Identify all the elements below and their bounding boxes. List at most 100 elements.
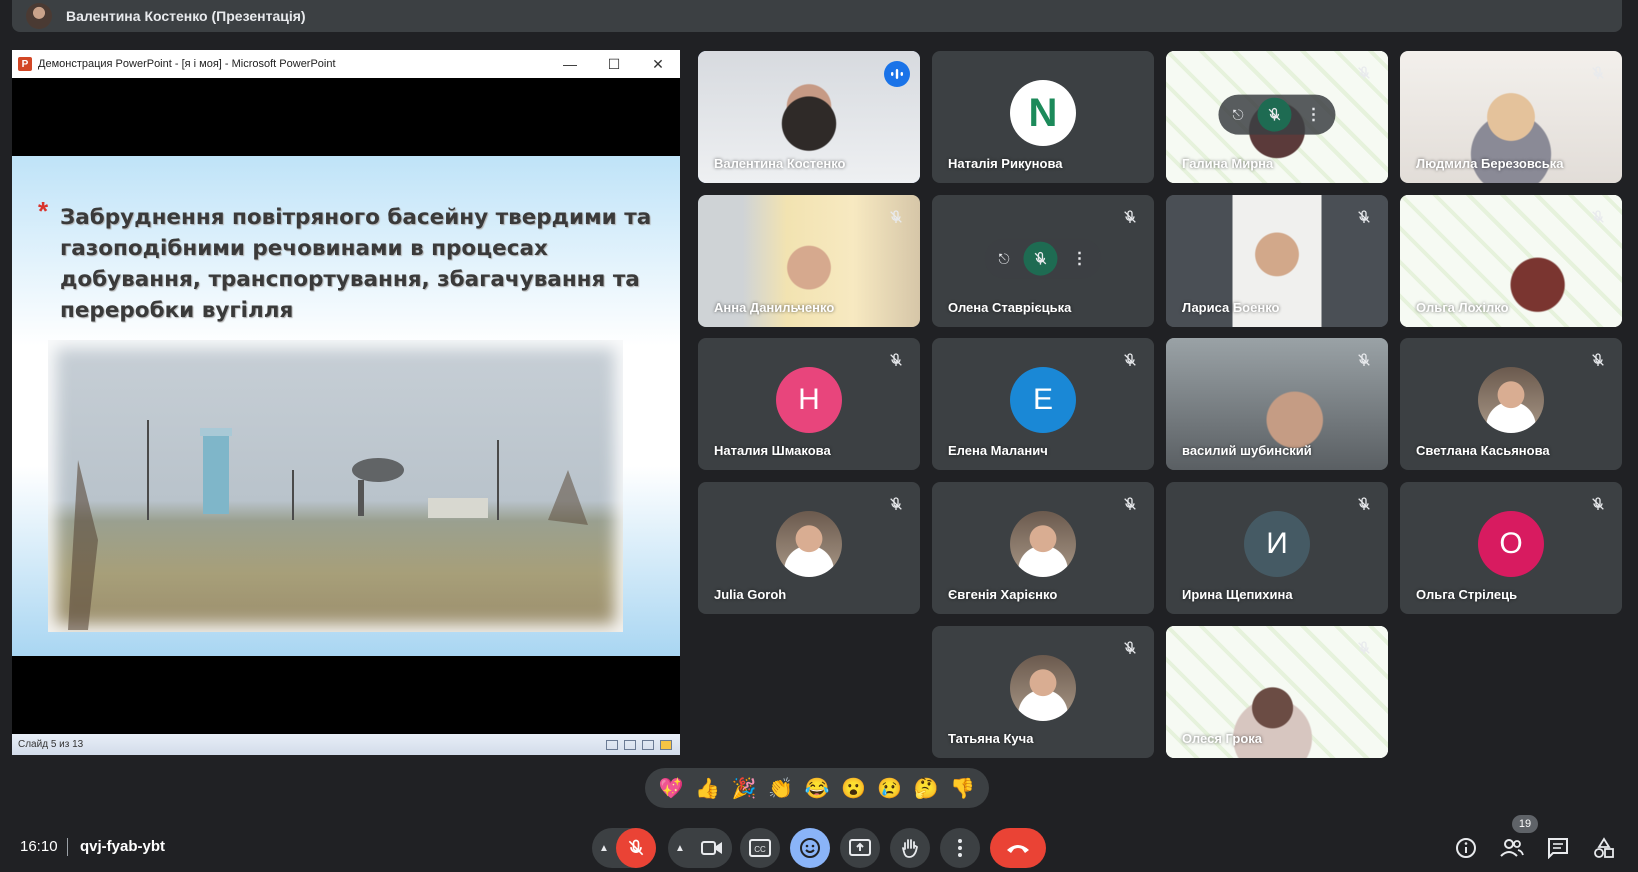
present-screen-icon <box>849 839 871 856</box>
participant-tile[interactable]: О Ольга Стрілець <box>1400 482 1622 614</box>
participant-name: василий шубинский <box>1182 443 1312 458</box>
activities-button[interactable] <box>1590 834 1618 862</box>
participant-avatar: И <box>1244 511 1310 577</box>
maximize-icon: ☐ <box>607 55 621 72</box>
participant-photo-avatar <box>1010 655 1076 721</box>
reaction-emoji[interactable]: 💖 <box>659 776 684 801</box>
participant-photo-avatar <box>1478 367 1544 433</box>
video-camera-icon <box>701 841 722 855</box>
participant-name: Елена Маланич <box>948 443 1048 458</box>
mic-off-icon <box>1120 638 1140 658</box>
participant-tile[interactable]: ⎋ ⋮ Галина Мирна <box>1166 51 1388 183</box>
present-button[interactable] <box>840 828 880 868</box>
raise-hand-button[interactable] <box>890 828 930 868</box>
participant-tile[interactable]: N Наталія Рикунова <box>932 51 1154 183</box>
people-button[interactable] <box>1498 834 1526 862</box>
presenter-name: Валентина Костенко (Презентація) <box>66 8 306 24</box>
participant-name: Наталія Рикунова <box>948 156 1063 171</box>
participant-tile[interactable]: Julia Goroh <box>698 482 920 614</box>
info-icon <box>1456 838 1476 858</box>
reaction-emoji[interactable]: 😮 <box>841 776 866 801</box>
svg-text:CC: CC <box>754 845 766 854</box>
participant-tile[interactable]: И Ирина Щепихина <box>1166 482 1388 614</box>
tile-hover-controls: ⎋ ⋮ <box>1218 94 1336 135</box>
powerpoint-icon: P <box>18 57 32 71</box>
participant-tile[interactable]: Валентина Костенко <box>698 51 920 183</box>
reaction-emoji[interactable]: 👏 <box>768 776 793 801</box>
mic-off-icon <box>1588 63 1608 83</box>
minimize-icon: — <box>563 56 577 72</box>
reaction-emoji[interactable]: 😢 <box>877 776 902 801</box>
mic-off-icon <box>886 207 906 227</box>
more-vert-icon[interactable]: ⋮ <box>1306 105 1322 125</box>
participant-name: Олеся Грока <box>1182 731 1263 746</box>
participant-name: Валентина Костенко <box>714 156 846 171</box>
participant-name: Татьяна Куча <box>948 731 1034 746</box>
meeting-code: qvj-fyab-ybt <box>80 838 166 855</box>
reading-view-icon <box>642 739 654 750</box>
end-call-icon <box>1007 845 1029 853</box>
participant-photo-avatar <box>1010 511 1076 577</box>
participant-name: Светлана Касьянова <box>1416 443 1550 458</box>
chat-button[interactable] <box>1544 834 1572 862</box>
participant-tile[interactable]: ⎋ ⋮ Олена Ставрієцька <box>932 195 1154 327</box>
participant-name: Ольга Лохілко <box>1416 300 1509 315</box>
more-vert-icon[interactable]: ⋮ <box>1072 249 1088 269</box>
mic-off-icon <box>886 494 906 514</box>
participant-tile[interactable]: Людмила Березовська <box>1400 51 1622 183</box>
participant-photo-avatar <box>776 511 842 577</box>
tile-hover-controls: ⎋ ⋮ <box>984 238 1102 279</box>
mic-options-chevron-icon[interactable]: ▲ <box>592 843 616 854</box>
camera-options-chevron-icon[interactable]: ▲ <box>668 843 692 854</box>
pin-icon[interactable]: ⎋ <box>998 250 1009 267</box>
participants-count-badge: 19 <box>1512 815 1538 833</box>
participant-tile[interactable]: Лариса Боенко <box>1166 195 1388 327</box>
participant-tile[interactable]: Татьяна Куча <box>932 626 1154 758</box>
slide-counter: Слайд 5 из 13 <box>18 739 84 750</box>
landscape-image <box>68 420 588 630</box>
participant-tile[interactable]: Олеся Грока <box>1166 626 1388 758</box>
camera-button[interactable] <box>692 828 732 868</box>
mic-off-button[interactable] <box>616 828 656 868</box>
reaction-bar: 💖 👍 🎉 👏 😂 😮 😢 🤔 👎 <box>645 768 989 808</box>
meeting-details-button[interactable] <box>1452 834 1480 862</box>
mic-off-icon <box>1354 494 1374 514</box>
leave-call-button[interactable] <box>990 828 1046 868</box>
powerpoint-statusbar: Слайд 5 из 13 <box>12 734 680 755</box>
participant-name: Лариса Боенко <box>1182 300 1280 315</box>
presenter-bar: Валентина Костенко (Презентація) <box>12 0 1622 32</box>
mute-participant-icon[interactable] <box>1257 97 1292 132</box>
reactions-button[interactable] <box>790 828 830 868</box>
mic-off-icon <box>1588 350 1608 370</box>
participant-name: Галина Мирна <box>1182 156 1274 171</box>
reaction-emoji[interactable]: 👍 <box>695 776 720 801</box>
participant-name: Олена Ставрієцька <box>948 300 1072 315</box>
mic-control: ▲ <box>592 828 656 868</box>
participant-tile[interactable]: василий шубинский <box>1166 338 1388 470</box>
participant-name: Анна Данильченко <box>714 300 835 315</box>
captions-button[interactable]: CC <box>740 828 780 868</box>
powerpoint-titlebar: P Демонстрация PowerPoint - [я і моя] - … <box>12 50 680 78</box>
participant-tile[interactable]: Н Наталия Шмакова <box>698 338 920 470</box>
participant-name: Ирина Щепихина <box>1182 587 1293 602</box>
participant-name: Ольга Стрілець <box>1416 587 1518 602</box>
reaction-emoji[interactable]: 👎 <box>950 776 975 801</box>
more-options-button[interactable] <box>940 828 980 868</box>
camera-control: ▲ <box>668 828 732 868</box>
activities-shapes-icon <box>1594 837 1614 858</box>
participant-name: Наталия Шмакова <box>714 443 831 458</box>
captions-icon: CC <box>749 839 771 857</box>
reaction-emoji[interactable]: 🤔 <box>914 776 939 801</box>
clock: 16:10 <box>20 838 58 855</box>
mic-off-icon <box>1120 350 1140 370</box>
mute-participant-icon[interactable] <box>1023 241 1058 276</box>
participant-tile[interactable]: Е Елена Маланич <box>932 338 1154 470</box>
reaction-emoji[interactable]: 😂 <box>805 776 830 801</box>
participant-tile[interactable]: Светлана Касьянова <box>1400 338 1622 470</box>
reaction-emoji[interactable]: 🎉 <box>732 776 757 801</box>
participant-tile[interactable]: Євгенія Харієнко <box>932 482 1154 614</box>
participant-tile[interactable]: Ольга Лохілко <box>1400 195 1622 327</box>
pin-icon[interactable]: ⎋ <box>1232 106 1243 123</box>
participant-tile[interactable]: Анна Данильченко <box>698 195 920 327</box>
participant-name: Євгенія Харієнко <box>948 587 1058 602</box>
